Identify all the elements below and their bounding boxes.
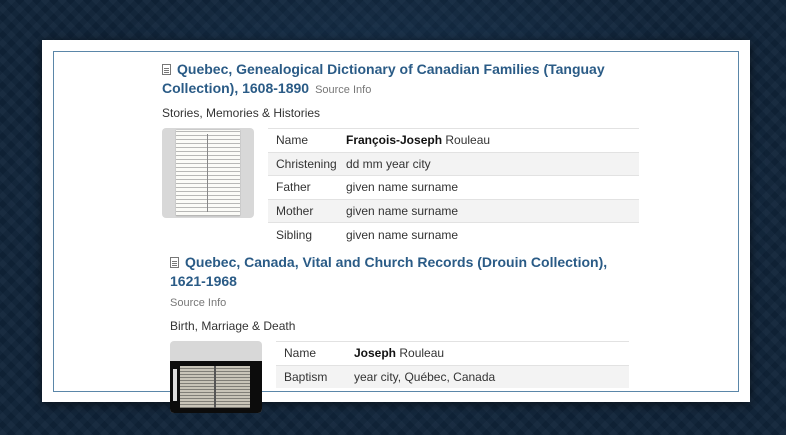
record-tanguay: Quebec, Genealogical Dictionary of Canad…: [162, 60, 639, 246]
record-thumbnail[interactable]: [162, 128, 254, 218]
field-row: Baptism year city, Québec, Canada: [276, 364, 629, 389]
field-row: Father given name surname: [268, 175, 639, 200]
record-category: Birth, Marriage & Death: [170, 319, 296, 333]
field-value-text: Rouleau: [396, 346, 445, 361]
field-value-text: Rouleau: [442, 133, 491, 148]
record-title-row: Quebec, Canada, Vital and Church Records…: [170, 253, 630, 313]
field-row: Name François-Joseph Rouleau: [268, 128, 639, 153]
record-title-row: Quebec, Genealogical Dictionary of Canad…: [162, 60, 639, 100]
field-value-bold: François-Joseph: [346, 133, 443, 148]
register-book-image: [180, 366, 250, 408]
field-row: Mother given name surname: [268, 198, 639, 223]
field-label: Baptism: [276, 364, 346, 389]
field-label: Father: [268, 175, 338, 200]
field-value: given name surname: [338, 222, 639, 246]
field-label: Mother: [268, 198, 338, 223]
document-page-image: [176, 130, 240, 216]
document-icon: [162, 64, 171, 75]
field-label: Name: [276, 341, 346, 366]
field-value: Joseph Rouleau: [346, 341, 629, 366]
field-value: given name surname: [338, 175, 639, 200]
record-thumbnail[interactable]: [170, 341, 262, 413]
record-fields-table: Name François-Joseph Rouleau Christening…: [268, 128, 639, 246]
field-value: François-Joseph Rouleau: [338, 128, 639, 153]
field-label: Name: [268, 128, 338, 153]
microfilm-image: [170, 361, 262, 413]
field-label: Sibling: [268, 222, 338, 246]
source-info-link[interactable]: Source Info: [170, 294, 630, 313]
field-value: dd mm year city: [338, 151, 639, 176]
field-row: Christening dd mm year city: [268, 151, 639, 176]
record-title-link[interactable]: Quebec, Genealogical Dictionary of Canad…: [162, 61, 605, 96]
field-row: Sibling given name surname: [268, 222, 639, 246]
record-drouin: Quebec, Canada, Vital and Church Records…: [170, 253, 630, 413]
record-category: Stories, Memories & Histories: [162, 106, 321, 120]
source-info-link[interactable]: Source Info: [315, 84, 371, 96]
field-value: year city, Québec, Canada: [346, 364, 629, 389]
field-row: Name Joseph Rouleau: [276, 341, 629, 366]
film-edge: [173, 369, 177, 401]
record-fields-table: Name Joseph Rouleau Baptism year city, Q…: [276, 341, 629, 389]
field-value-bold: Joseph: [354, 346, 397, 361]
document-icon: [170, 257, 179, 268]
field-label: Christening: [268, 151, 338, 176]
record-title-link[interactable]: Quebec, Canada, Vital and Church Records…: [170, 254, 607, 289]
results-card: Quebec, Genealogical Dictionary of Canad…: [42, 40, 750, 413]
field-value: given name surname: [338, 198, 639, 223]
